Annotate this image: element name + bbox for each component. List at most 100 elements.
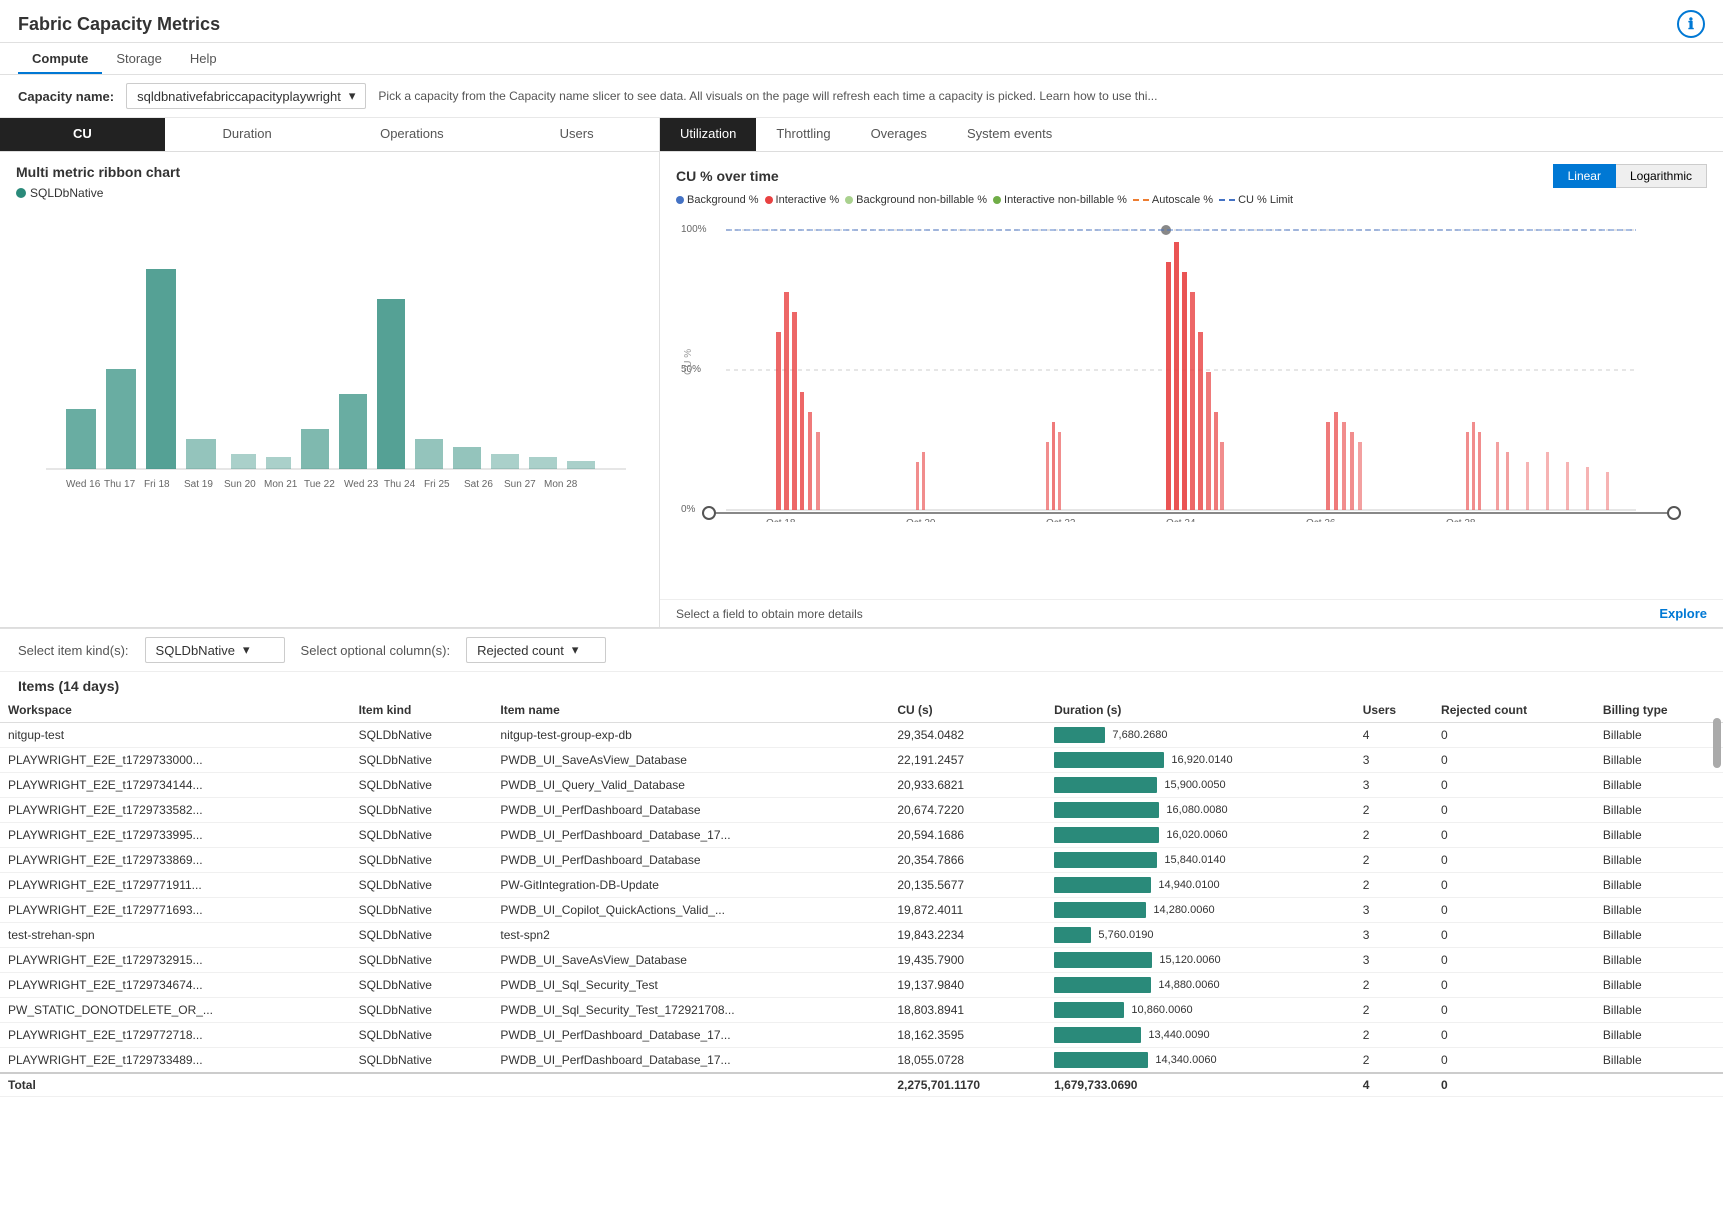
- svg-text:CU %: CU %: [683, 349, 694, 375]
- nav-tab-storage[interactable]: Storage: [102, 45, 176, 74]
- scale-buttons: Linear Logarithmic: [1553, 164, 1707, 188]
- svg-text:Oct 18: Oct 18: [766, 518, 796, 522]
- cell-item-name: PWDB_UI_SaveAsView_Database: [492, 748, 889, 773]
- cell-item-kind: SQLDbNative: [351, 823, 493, 848]
- col-item-name: Item name: [492, 698, 889, 723]
- svg-text:Mon 21: Mon 21: [264, 479, 298, 490]
- cell-item-name: PWDB_UI_PerfDashboard_Database: [492, 848, 889, 873]
- cell-rejected: 0: [1433, 873, 1595, 898]
- optional-col-dropdown[interactable]: Rejected count ▾: [466, 637, 606, 663]
- cell-workspace: PLAYWRIGHT_E2E_t1729732915...: [0, 948, 351, 973]
- cell-duration: 14,280.0060: [1046, 898, 1355, 923]
- chevron-down-icon-kind: ▾: [243, 642, 250, 658]
- cell-duration: 14,340.0060: [1046, 1048, 1355, 1074]
- util-tab-utilization[interactable]: Utilization: [660, 118, 756, 151]
- cell-cu: 20,674.7220: [889, 798, 1046, 823]
- table-wrapper[interactable]: Workspace Item kind Item name CU (s) Dur…: [0, 698, 1723, 1097]
- cell-billing: Billable: [1595, 998, 1723, 1023]
- svg-text:Sat 19: Sat 19: [184, 479, 213, 490]
- nav-tab-help[interactable]: Help: [176, 45, 231, 74]
- cell-rejected: 0: [1433, 998, 1595, 1023]
- cu-title: CU % over time: [676, 168, 779, 184]
- cell-duration: 15,120.0060: [1046, 948, 1355, 973]
- cell-workspace: nitgup-test: [0, 723, 351, 748]
- cell-item-name: PWDB_UI_PerfDashboard_Database_17...: [492, 1023, 889, 1048]
- cell-cu: 18,055.0728: [889, 1048, 1046, 1074]
- nav-tabs: Compute Storage Help: [0, 43, 1723, 75]
- data-table: Workspace Item kind Item name CU (s) Dur…: [0, 698, 1723, 1097]
- cell-cu: 19,435.7900: [889, 948, 1046, 973]
- col-billing: Billing type: [1595, 698, 1723, 723]
- svg-text:Oct 24: Oct 24: [1166, 518, 1196, 522]
- range-slider[interactable]: [676, 512, 1707, 514]
- util-tab-throttling[interactable]: Throttling: [756, 118, 850, 151]
- cell-item-kind: SQLDbNative: [351, 898, 493, 923]
- svg-text:Fri 18: Fri 18: [144, 479, 170, 490]
- util-tab-overages[interactable]: Overages: [851, 118, 947, 151]
- svg-text:0%: 0%: [681, 504, 696, 515]
- cell-item-name: PWDB_UI_Sql_Security_Test: [492, 973, 889, 998]
- cell-rejected: 0: [1433, 723, 1595, 748]
- cell-billing: Billable: [1595, 1048, 1723, 1074]
- info-icon[interactable]: ℹ: [1677, 10, 1705, 38]
- total-label: Total: [0, 1073, 889, 1097]
- app-title: Fabric Capacity Metrics: [18, 14, 220, 35]
- cell-item-name: PWDB_UI_PerfDashboard_Database_17...: [492, 823, 889, 848]
- svg-text:Oct 28: Oct 28: [1446, 518, 1476, 522]
- cell-billing: Billable: [1595, 848, 1723, 873]
- cell-workspace: PLAYWRIGHT_E2E_t1729734674...: [0, 973, 351, 998]
- total-rejected: 0: [1433, 1073, 1595, 1097]
- cell-users: 2: [1355, 1023, 1433, 1048]
- scale-linear-button[interactable]: Linear: [1553, 164, 1616, 188]
- total-cu: 2,275,701.1170: [889, 1073, 1046, 1097]
- item-kind-dropdown[interactable]: SQLDbNative ▾: [145, 637, 285, 663]
- cell-billing: Billable: [1595, 898, 1723, 923]
- metric-tab-duration[interactable]: Duration: [165, 118, 330, 151]
- cell-rejected: 0: [1433, 1023, 1595, 1048]
- legend-autoscale: Autoscale %: [1152, 194, 1213, 206]
- col-item-kind: Item kind: [351, 698, 493, 723]
- cell-workspace: PLAYWRIGHT_E2E_t1729734144...: [0, 773, 351, 798]
- cell-item-kind: SQLDbNative: [351, 848, 493, 873]
- ribbon-chart-svg-container: Wed 16 Thu 17 Fri 18 Sat 19 Sun 20 Mon 2…: [16, 209, 643, 509]
- scale-log-button[interactable]: Logarithmic: [1616, 164, 1707, 188]
- cell-cu: 20,135.5677: [889, 873, 1046, 898]
- ribbon-chart-area: Multi metric ribbon chart SQLDbNative: [0, 152, 659, 627]
- svg-text:Sun 20: Sun 20: [224, 479, 256, 490]
- cell-item-name: nitgup-test-group-exp-db: [492, 723, 889, 748]
- cell-item-kind: SQLDbNative: [351, 748, 493, 773]
- cell-users: 3: [1355, 948, 1433, 973]
- ribbon-legend-label: SQLDbNative: [30, 186, 103, 200]
- cell-rejected: 0: [1433, 848, 1595, 873]
- col-cu: CU (s): [889, 698, 1046, 723]
- explore-link[interactable]: Explore: [1659, 606, 1707, 621]
- scrollbar[interactable]: [1713, 718, 1721, 768]
- cell-workspace: PLAYWRIGHT_E2E_t1729771911...: [0, 873, 351, 898]
- cell-users: 3: [1355, 748, 1433, 773]
- capacity-row: Capacity name: sqldbnativefabriccapacity…: [0, 75, 1723, 118]
- cell-billing: Billable: [1595, 723, 1723, 748]
- cell-users: 2: [1355, 798, 1433, 823]
- util-tab-system-events[interactable]: System events: [947, 118, 1072, 151]
- total-row: Total 2,275,701.1170 1,679,733.0690 4 0: [0, 1073, 1723, 1097]
- svg-text:Oct 22: Oct 22: [1046, 518, 1076, 522]
- cu-chart-area: CU % over time Linear Logarithmic Backgr…: [660, 152, 1723, 599]
- cell-users: 3: [1355, 773, 1433, 798]
- cell-cu: 19,843.2234: [889, 923, 1046, 948]
- legend-cu-limit: CU % Limit: [1238, 194, 1293, 206]
- nav-tab-compute[interactable]: Compute: [18, 45, 102, 74]
- metric-tab-cu[interactable]: CU: [0, 118, 165, 151]
- cell-cu: 22,191.2457: [889, 748, 1046, 773]
- metric-tab-operations[interactable]: Operations: [330, 118, 495, 151]
- cell-item-name: PW-GitIntegration-DB-Update: [492, 873, 889, 898]
- legend-background: Background %: [687, 194, 759, 206]
- cell-billing: Billable: [1595, 748, 1723, 773]
- cell-billing: Billable: [1595, 873, 1723, 898]
- app-header: Fabric Capacity Metrics ℹ: [0, 0, 1723, 43]
- cell-item-kind: SQLDbNative: [351, 773, 493, 798]
- capacity-dropdown[interactable]: sqldbnativefabriccapacityplaywright ▾: [126, 83, 366, 109]
- optional-col-value: Rejected count: [477, 643, 564, 658]
- cell-duration: 15,900.0050: [1046, 773, 1355, 798]
- metric-tab-users[interactable]: Users: [494, 118, 659, 151]
- table-row: PLAYWRIGHT_E2E_t1729732915... SQLDbNativ…: [0, 948, 1723, 973]
